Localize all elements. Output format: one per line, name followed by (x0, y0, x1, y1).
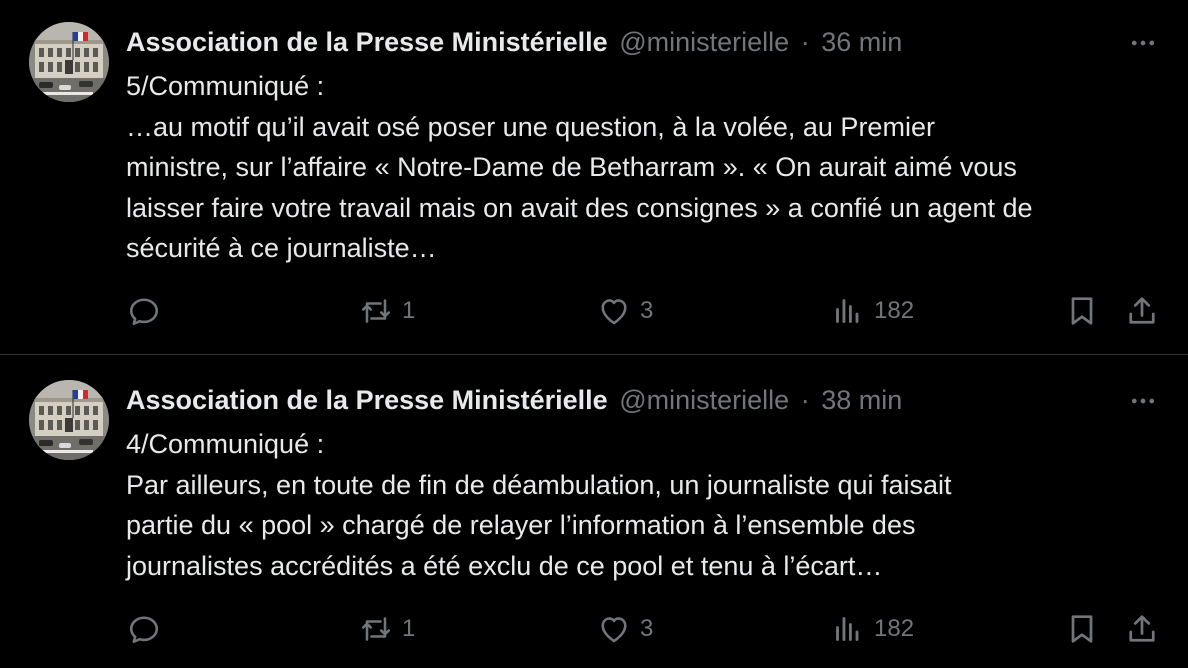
views-button[interactable]: 182 (830, 291, 914, 331)
tweet-text-line: …au motif qu’il avait osé poser une ques… (126, 111, 935, 142)
like-count: 3 (640, 297, 654, 324)
heart-icon (601, 299, 627, 325)
like-button[interactable]: 3 (596, 291, 653, 331)
reply-button[interactable] (126, 291, 162, 331)
bookmark-icon (1071, 615, 1093, 643)
views-button[interactable]: 182 (830, 609, 914, 649)
avatar[interactable] (29, 22, 109, 102)
author-name[interactable]: Association de la Presse Ministérielle (126, 385, 608, 415)
more-button[interactable] (1126, 26, 1160, 60)
tweet-text-line: ministre, sur l’affaire « Notre-Dame de … (126, 152, 1017, 182)
tweet[interactable]: Association de la Presse Ministérielle @… (0, 355, 1188, 668)
view-count: 182 (874, 297, 915, 324)
avatar[interactable] (29, 380, 109, 460)
view-count: 182 (874, 615, 915, 642)
tweet-text-line: 5/Communiqué : (126, 71, 325, 101)
meta-separator: · (800, 385, 810, 415)
repost-icon (361, 299, 391, 323)
repost-count: 1 (402, 297, 416, 324)
share-icon (1129, 297, 1155, 324)
tweet[interactable]: Association de la Presse Ministérielle @… (0, 0, 1188, 355)
share-icon (1129, 615, 1155, 642)
reply-icon (129, 298, 159, 326)
author-handle[interactable]: @ministerielle (619, 385, 789, 415)
tweet-header: Association de la Presse Ministérielle @… (126, 384, 902, 416)
tweet-time[interactable]: 36 min (821, 27, 902, 57)
meta-separator: · (800, 27, 810, 57)
heart-icon (601, 617, 627, 643)
tweet-text: 5/Communiqué : …au motif qu’il avait osé… (126, 66, 1166, 269)
avatar-building-icon (29, 22, 109, 102)
author-name[interactable]: Association de la Presse Ministérielle (126, 27, 608, 57)
tweet-text-line: 4/Communiqué : (126, 429, 325, 459)
tweet-text-line: partie du « pool » chargé de relayer l’i… (126, 510, 916, 540)
tweet-time[interactable]: 38 min (821, 385, 902, 415)
more-icon (1131, 40, 1155, 46)
bookmark-icon (1071, 297, 1093, 325)
repost-icon (361, 617, 391, 641)
tweet-text-line: sécurité à ce journaliste… (126, 233, 437, 263)
views-icon (836, 299, 859, 323)
tweet-header: Association de la Presse Ministérielle @… (126, 26, 902, 58)
more-icon (1131, 398, 1155, 404)
views-icon (836, 617, 859, 641)
reply-icon (129, 616, 159, 644)
bookmark-button[interactable] (1064, 291, 1100, 331)
bookmark-button[interactable] (1064, 609, 1100, 649)
avatar-building-icon (29, 380, 109, 460)
tweet-text-line: Par ailleurs, en toute de fin de déambul… (126, 469, 952, 500)
more-button[interactable] (1126, 384, 1160, 418)
action-bar: 1 3 182 (0, 291, 1188, 331)
reply-button[interactable] (126, 609, 162, 649)
tweet-text: 4/Communiqué : Par ailleurs, en toute de… (126, 424, 1166, 586)
repost-button[interactable]: 1 (358, 291, 415, 331)
tweet-text-line: journalistes accrédités a été exclu de c… (126, 550, 883, 581)
repost-button[interactable]: 1 (358, 609, 415, 649)
like-count: 3 (640, 615, 654, 642)
like-button[interactable]: 3 (596, 609, 653, 649)
share-button[interactable] (1124, 609, 1160, 649)
tweet-text-line: laisser faire votre travail mais on avai… (126, 192, 1033, 223)
repost-count: 1 (402, 615, 416, 642)
action-bar: 1 3 182 (0, 609, 1188, 649)
share-button[interactable] (1124, 291, 1160, 331)
author-handle[interactable]: @ministerielle (619, 27, 789, 57)
